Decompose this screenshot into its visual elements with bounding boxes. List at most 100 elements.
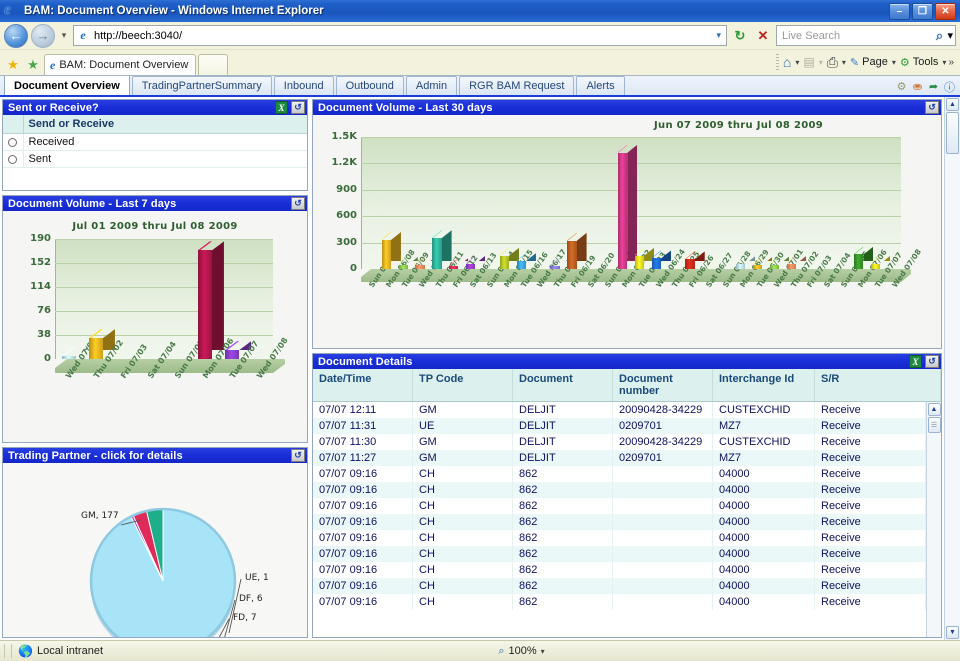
tools-menu-button[interactable]: ⚙ Tools [898,56,941,69]
table-row[interactable]: 07/07 09:16 CH 862 04000 Receive [313,530,926,546]
chart-bar[interactable] [88,329,115,359]
chart-bar[interactable] [550,258,570,269]
favorites-center-icon[interactable]: ★ [24,55,42,75]
chart-bar[interactable] [415,257,435,269]
chart-bar[interactable] [499,247,520,269]
chart-bar[interactable] [634,247,655,269]
export-excel-icon[interactable]: X [909,355,922,368]
radio-cell[interactable] [3,133,24,151]
table-row[interactable]: 07/07 12:11 GM DELJIT 20090428-34229 CUSTEXC… [313,402,926,418]
column-header-document-number[interactable]: Document number [613,369,713,401]
home-icon[interactable]: ⌂ [781,54,793,70]
chart-bar[interactable] [769,256,790,269]
zoom-control[interactable]: ⌕ 100% ▾ [498,645,548,658]
page-scroll-down-button[interactable]: ▼ [946,626,959,639]
chart-trading-partner-pie[interactable]: GM, 177UE, 1DF, 6FD, 7GM, 177UE, 1DF, 6F… [3,463,307,637]
radio-button[interactable] [8,137,18,147]
app-tab-tradingpartnersummary[interactable]: TradingPartnerSummary [131,76,272,95]
app-tab-outbound[interactable]: Outbound [335,76,404,95]
table-row[interactable]: 07/07 09:16 CH 862 04000 Receive [313,482,926,498]
send-or-receive-row[interactable]: Sent [3,150,307,168]
send-or-receive-row[interactable]: Received [3,133,307,151]
chart-bar[interactable] [854,246,874,269]
refresh-button[interactable]: ↻ [730,25,750,46]
chart-bar[interactable] [398,257,418,269]
resize-grip[interactable] [944,645,956,657]
home-caret-icon[interactable]: ▾ [795,58,799,67]
chart-bar[interactable] [516,253,536,269]
help-icon[interactable]: ⓘ [943,80,956,94]
chart-bar[interactable] [567,232,587,269]
chart-bar[interactable] [651,250,671,269]
page-scroll-thumb[interactable] [946,112,959,154]
restore-button[interactable]: ❐ [912,2,933,20]
app-tab-inbound[interactable]: Inbound [273,76,334,95]
refresh-icon[interactable]: ↺ [925,101,939,114]
chart-bar[interactable] [449,258,469,269]
table-row[interactable]: 07/07 09:16 CH 862 04000 Receive [313,466,926,482]
user-icon[interactable]: ⛂ [911,80,924,93]
chart-bar[interactable] [225,341,252,359]
search-box[interactable]: Live Search ⌕ ▾ [776,25,956,46]
address-dropdown-caret-icon[interactable]: ▾ [713,30,724,41]
chart-document-volume-7-days[interactable]: Jul 01 2009 thru Jul 08 2009 0 38 76 114 152 1… [3,211,307,442]
refresh-icon[interactable]: ↺ [291,101,305,114]
search-provider-caret-icon[interactable]: ▾ [947,29,953,42]
table-row[interactable]: 07/07 11:31 UE DELJIT 0209701 MZ7 Receive [313,418,926,434]
stop-button[interactable]: ✕ [753,25,773,46]
address-input[interactable]: e http://beech:3040/ ▾ [73,25,727,46]
minimize-button[interactable]: – [889,2,910,20]
column-header-s-r[interactable]: S/R [815,369,941,401]
chart-bar[interactable] [871,255,891,269]
chart-bar[interactable] [432,230,452,269]
logout-icon[interactable]: ➦ [927,80,940,93]
table-row[interactable]: 07/07 09:16 CH 862 04000 Receive [313,562,926,578]
command-bar-grip[interactable] [775,54,779,70]
close-button[interactable]: ✕ [935,2,956,20]
add-favorite-icon[interactable]: ★ [4,55,22,75]
table-row[interactable]: 07/07 11:27 GM DELJIT 0209701 MZ7 Receive [313,450,926,466]
chart-bar[interactable] [466,255,486,269]
table-row[interactable]: 07/07 09:16 CH 862 04000 Receive [313,594,926,610]
browser-tab[interactable]: e BAM: Document Overview [44,54,197,75]
column-header-tp-code[interactable]: TP Code [413,369,513,401]
app-tab-admin[interactable]: Admin [405,76,458,95]
chart-bar[interactable] [197,241,224,359]
chart-bar[interactable] [617,144,638,269]
page-scroll-up-button[interactable]: ▲ [946,98,959,111]
new-tab-button[interactable] [198,54,229,75]
radio-button[interactable] [8,154,18,164]
print-icon[interactable]: ⎙ [825,54,840,71]
chart-bar[interactable] [786,256,806,269]
scroll-thumb[interactable]: ☰ [927,417,941,433]
table-row[interactable]: 07/07 09:16 CH 862 04000 Receive [313,578,926,594]
table-row[interactable]: 07/07 09:16 CH 862 04000 Receive [313,546,926,562]
app-tab-rgr-bam-request[interactable]: RGR BAM Request [459,76,575,95]
table-row[interactable]: 07/07 09:16 CH 862 04000 Receive [313,498,926,514]
app-tab-document-overview[interactable]: Document Overview [4,76,130,95]
forward-button[interactable]: → [31,23,55,48]
document-details-rows[interactable]: 07/07 12:11 GM DELJIT 20090428-34229 CUSTEXC… [313,402,926,637]
command-overflow-icon[interactable]: » [948,57,954,68]
column-header-document[interactable]: Document [513,369,613,401]
scroll-up-button[interactable]: ▲ [927,403,941,416]
export-excel-icon[interactable]: X [275,101,288,114]
tools-caret-icon[interactable]: ▾ [942,58,946,67]
print-caret-icon[interactable]: ▾ [842,58,846,67]
chart-bar[interactable] [381,231,401,269]
app-tab-alerts[interactable]: Alerts [576,76,625,95]
page-caret-icon[interactable]: ▾ [892,58,896,67]
refresh-icon[interactable]: ↺ [925,355,939,368]
chart-document-volume-30-days[interactable]: Jun 07 2009 thru Jul 08 2009 0 300 600 900 1.… [313,115,941,348]
refresh-icon[interactable]: ↺ [291,197,305,210]
table-row[interactable]: 07/07 09:16 CH 862 04000 Receive [313,514,926,530]
search-go-icon[interactable]: ⌕ [931,25,947,46]
refresh-icon[interactable]: ↺ [291,449,305,462]
table-row[interactable]: 07/07 11:30 GM DELJIT 20090428-34229 CUSTEXC… [313,434,926,450]
page-scrollbar[interactable]: ▲ ▼ [944,97,960,640]
zoom-caret-icon[interactable]: ▾ [541,647,545,656]
chart-bar[interactable] [736,256,756,269]
feeds-caret-icon[interactable]: ▾ [819,58,823,67]
gear-icon[interactable]: ⚙ [895,80,908,93]
column-header-date-time[interactable]: Date/Time [313,369,413,401]
